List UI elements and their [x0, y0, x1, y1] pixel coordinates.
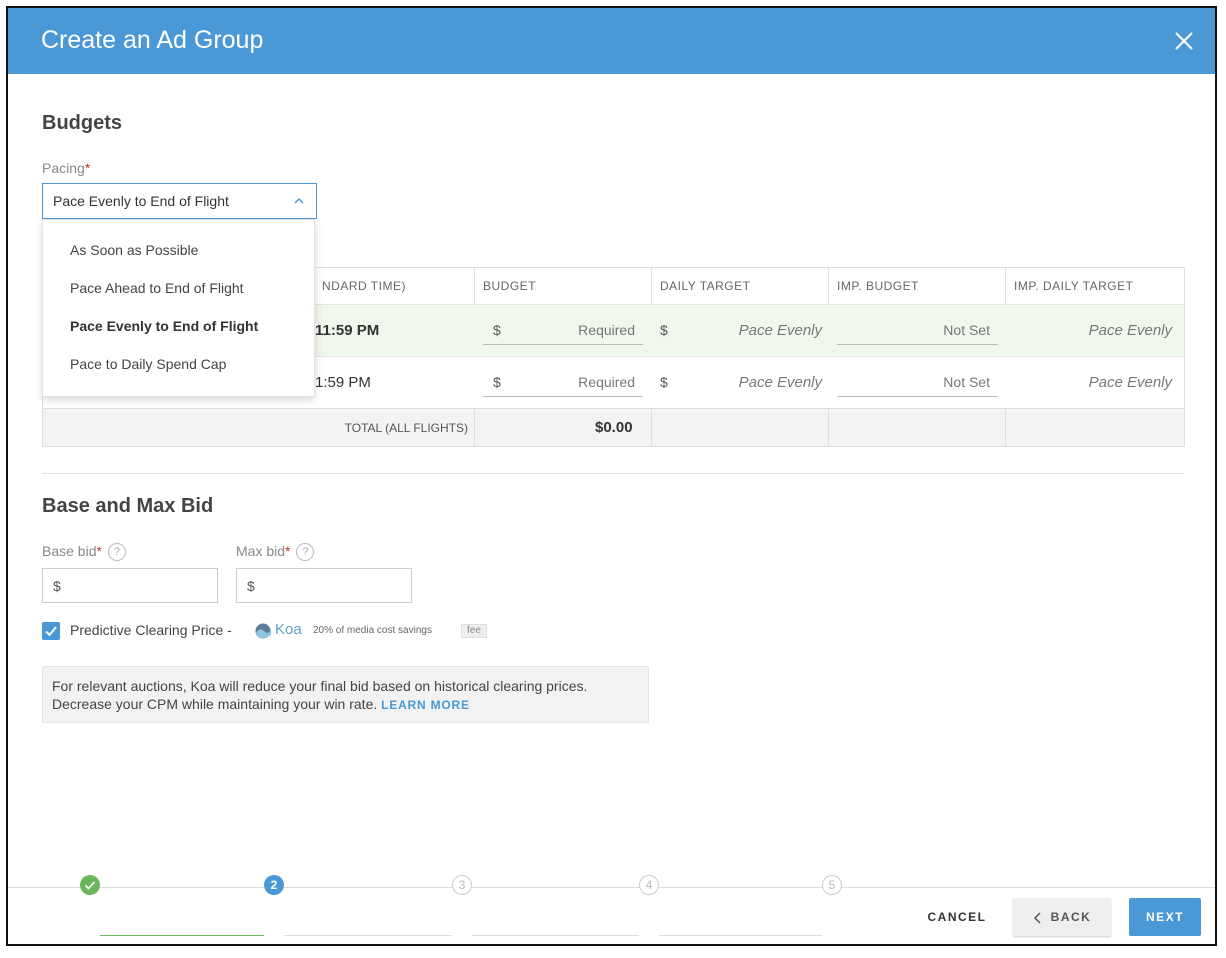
column-divider	[474, 409, 475, 447]
learn-more-link[interactable]: LEARN MORE	[381, 698, 470, 712]
help-icon[interactable]: ?	[107, 543, 126, 562]
required-mark: *	[96, 543, 102, 559]
modal-title: Create an Ad Group	[41, 26, 264, 54]
step-5[interactable]: 5	[822, 875, 842, 895]
required-mark: *	[84, 160, 91, 176]
flight-end-time: 1:59 PM	[315, 374, 371, 391]
daily-currency-symbol: $	[660, 322, 668, 338]
pacing-option-ahead[interactable]: Pace Ahead to End of Flight	[43, 269, 314, 307]
next-button[interactable]: NEXT	[1129, 898, 1201, 936]
currency-symbol: $	[493, 322, 501, 338]
chevron-left-icon	[1033, 912, 1041, 924]
base-bid-input[interactable]: $	[42, 568, 218, 603]
savings-text: 20% of media cost savings	[313, 625, 432, 636]
budget-input[interactable]: $ Required	[483, 369, 643, 397]
required-mark: *	[285, 543, 291, 559]
check-icon	[84, 881, 96, 890]
step-1-complete[interactable]	[80, 875, 100, 895]
pacing-option-evenly[interactable]: Pace Evenly to End of Flight	[43, 307, 314, 345]
currency-symbol: $	[493, 374, 501, 390]
create-ad-group-modal: Create an Ad Group Budgets Pacing* Pace …	[6, 6, 1217, 946]
total-row: TOTAL (ALL FLIGHTS) $0.00	[43, 408, 1184, 447]
budget-input[interactable]: $ Required	[483, 317, 643, 345]
pacing-label: Pacing*	[42, 160, 91, 176]
flight-end-time: 11:59 PM	[315, 322, 380, 339]
predictive-clearing-checkbox[interactable]	[42, 622, 60, 640]
checkmark-icon	[45, 626, 57, 637]
help-icon[interactable]: ?	[296, 543, 315, 562]
column-divider	[1005, 409, 1006, 447]
max-bid-label: Max bid*?	[236, 543, 315, 562]
pacing-dropdown-menu: As Soon as Possible Pace Ahead to End of…	[42, 219, 315, 397]
step-connector	[284, 935, 452, 936]
budgets-title: Budgets	[42, 112, 122, 134]
pacing-select[interactable]: Pace Evenly to End of Flight	[42, 183, 317, 219]
close-icon[interactable]	[1171, 28, 1197, 54]
column-header-imp-budget: IMP. BUDGET	[828, 268, 1005, 304]
info-text: For relevant auctions, Koa will reduce y…	[52, 678, 588, 712]
total-value: $0.00	[595, 419, 633, 436]
column-divider	[651, 409, 652, 447]
cancel-button[interactable]: CANCEL	[922, 901, 992, 933]
column-divider	[828, 409, 829, 447]
column-header-daily-target: DAILY TARGET	[651, 268, 828, 304]
column-header-imp-daily-target: IMP. DAILY TARGET	[1005, 268, 1185, 304]
daily-target-value: Pace Evenly	[738, 374, 822, 391]
imp-budget-placeholder: Not Set	[943, 374, 990, 390]
daily-currency-symbol: $	[660, 374, 668, 390]
koa-logo-icon	[255, 623, 271, 639]
step-4[interactable]: 4	[639, 875, 659, 895]
daily-target-value: Pace Evenly	[738, 322, 822, 339]
modal-header: Create an Ad Group	[8, 8, 1215, 74]
wizard-footer: 2 3 4 5 CANCEL BACK NEXT	[8, 875, 1215, 944]
budget-placeholder: Required	[578, 322, 635, 338]
koa-brand-name: Koa	[275, 621, 302, 638]
currency-symbol: $	[247, 578, 255, 594]
imp-budget-input[interactable]: Not Set	[837, 317, 998, 345]
pacing-option-asap[interactable]: As Soon as Possible	[43, 231, 314, 269]
back-button[interactable]: BACK	[1013, 898, 1111, 936]
step-connector	[472, 935, 639, 936]
column-header-budget: BUDGET	[474, 268, 651, 304]
max-bid-input[interactable]: $	[236, 568, 412, 603]
step-2-current[interactable]: 2	[264, 875, 284, 895]
base-bid-label: Base bid*?	[42, 543, 126, 562]
pacing-option-daily-cap[interactable]: Pace to Daily Spend Cap	[43, 345, 314, 383]
step-3[interactable]: 3	[452, 875, 472, 895]
pacing-select-value: Pace Evenly to End of Flight	[53, 193, 229, 209]
info-box: For relevant auctions, Koa will reduce y…	[42, 666, 649, 723]
column-header-time: NDARD TIME)	[322, 279, 406, 293]
budget-placeholder: Required	[578, 374, 635, 390]
imp-budget-input[interactable]: Not Set	[837, 369, 998, 397]
chevron-up-icon	[294, 197, 304, 204]
bid-title: Base and Max Bid	[42, 495, 214, 517]
total-label: TOTAL (ALL FLIGHTS)	[344, 421, 468, 435]
imp-daily-target-value: Pace Evenly	[1088, 374, 1172, 391]
step-connector	[659, 935, 822, 936]
currency-symbol: $	[53, 578, 61, 594]
step-connector	[100, 935, 264, 936]
imp-daily-target-value: Pace Evenly	[1088, 322, 1172, 339]
fee-badge: fee	[461, 624, 487, 638]
section-divider	[42, 473, 1185, 474]
imp-budget-placeholder: Not Set	[943, 322, 990, 338]
predictive-clearing-label: Predictive Clearing Price -	[70, 622, 232, 638]
